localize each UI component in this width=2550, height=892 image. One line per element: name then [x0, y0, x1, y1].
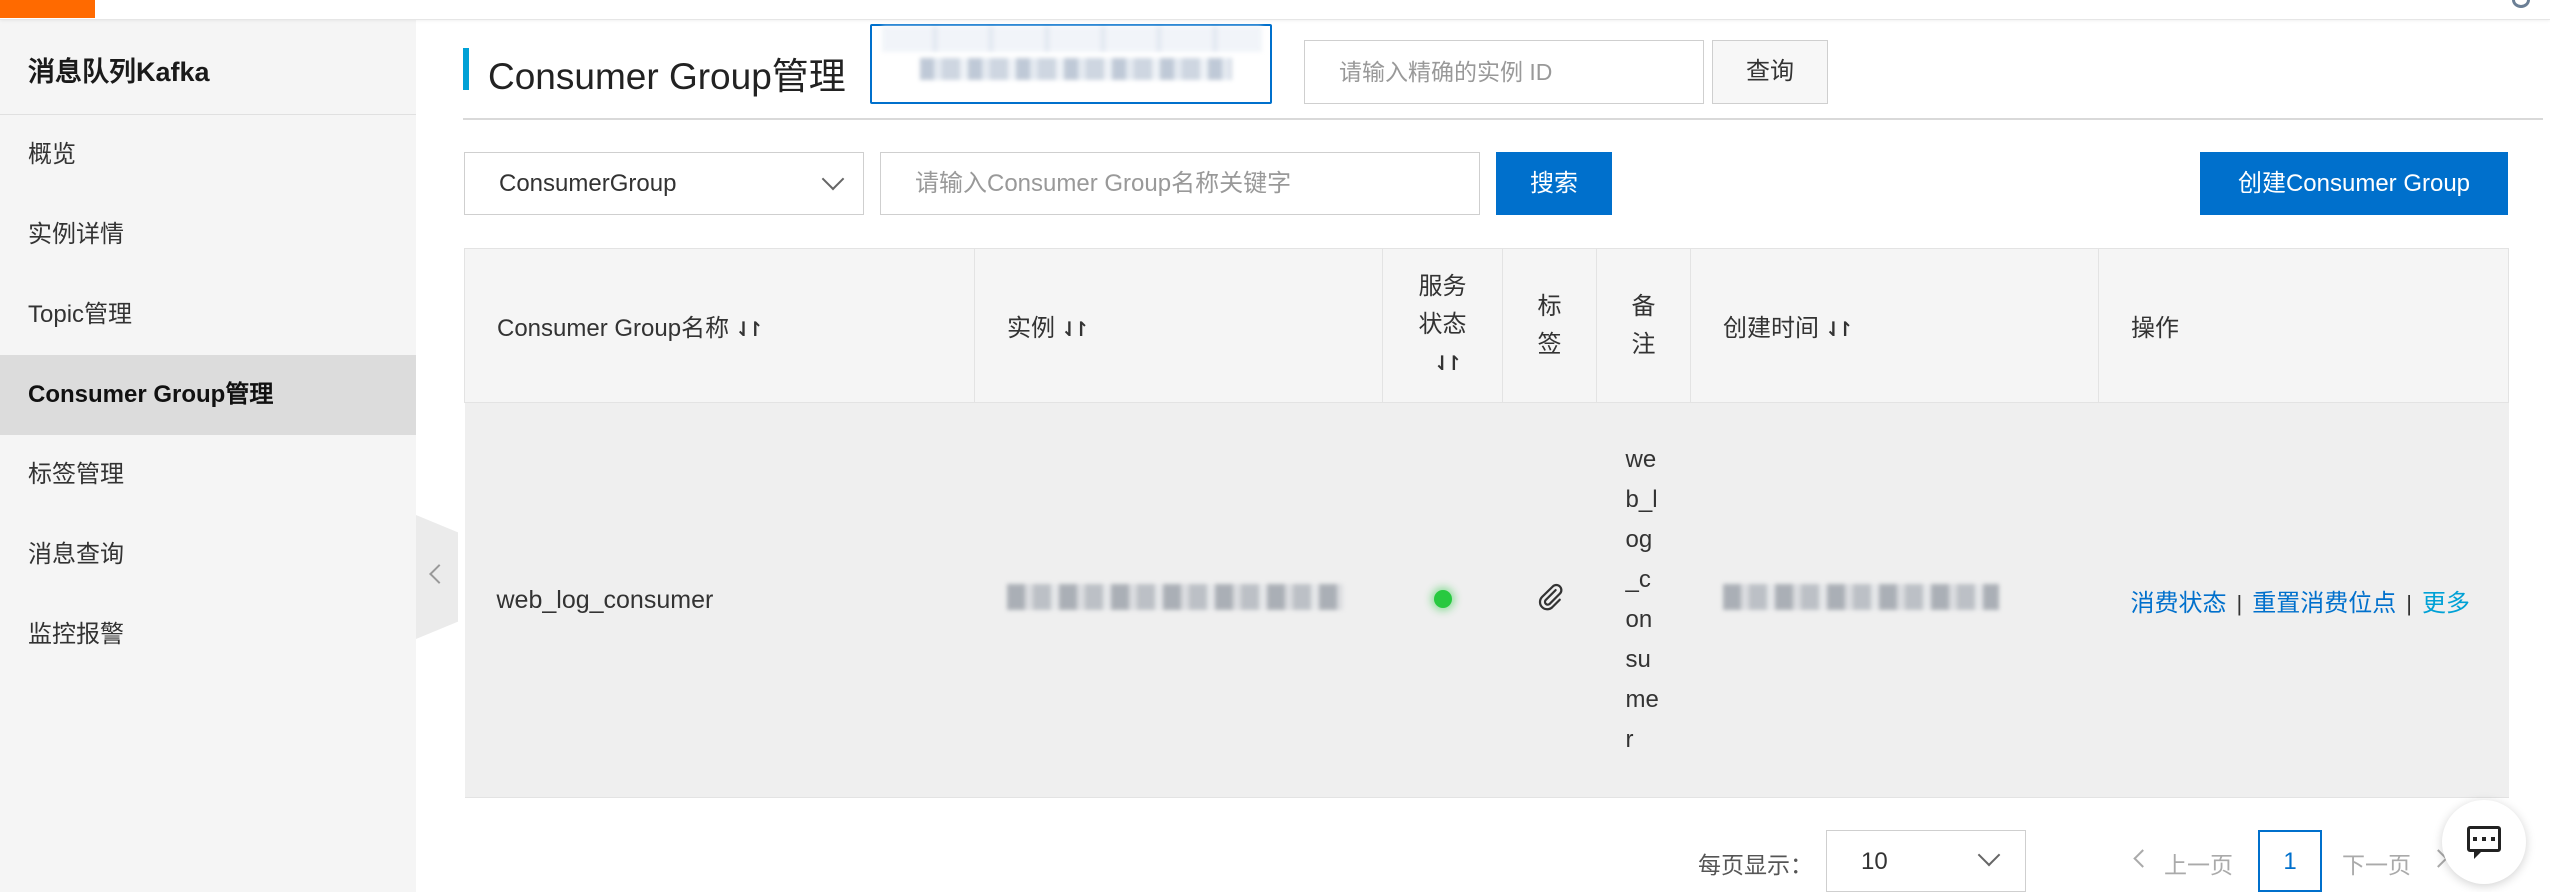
- cell-group-name: web_log_consumer: [464, 402, 975, 798]
- per-page-label: 每页显示：: [1698, 852, 1813, 878]
- chat-support-button[interactable]: [2442, 800, 2526, 884]
- sort-icon[interactable]: ⇃↾: [1434, 345, 1462, 383]
- sidebar-collapse-handle[interactable]: [416, 515, 458, 639]
- sort-icon[interactable]: ⇃↾: [1061, 317, 1089, 342]
- top-bar: [0, 0, 2550, 20]
- column-header-name[interactable]: Consumer Group名称 ⇃↾: [464, 248, 975, 403]
- cell-instance: [974, 402, 1383, 798]
- sidebar-item-topic[interactable]: Topic管理: [0, 275, 416, 355]
- column-header-remark: 备注: [1596, 248, 1691, 403]
- search-button[interactable]: 搜索: [1496, 152, 1612, 215]
- title-accent-bar: [463, 48, 469, 90]
- brand-logo[interactable]: [0, 0, 95, 18]
- remark-text: web_log_consumer: [1625, 446, 1659, 753]
- reset-offset-link[interactable]: 重置消费位点: [2252, 590, 2396, 617]
- blurred-created-time: [1722, 583, 1999, 610]
- cell-status: [1382, 402, 1503, 798]
- column-header-instance[interactable]: 实例 ⇃↾: [974, 248, 1383, 403]
- next-page-button[interactable]: 下一页: [2342, 846, 2411, 880]
- cell-remark: web_log_consumer: [1596, 402, 1691, 798]
- sidebar-item-monitoring[interactable]: 监控报警: [0, 595, 416, 675]
- instance-id-input[interactable]: 请输入精确的实例 ID: [1304, 40, 1704, 104]
- instance-selector-blurred-value: [920, 58, 1232, 80]
- status-online-icon: [1433, 589, 1452, 608]
- paperclip-icon[interactable]: [1535, 582, 1565, 612]
- page-number-current[interactable]: 1: [2258, 830, 2322, 892]
- query-button[interactable]: 查询: [1712, 40, 1828, 104]
- sort-icon[interactable]: ⇃↾: [1825, 317, 1853, 342]
- column-header-actions: 操作: [2098, 248, 2509, 403]
- page-size-value: 10: [1861, 848, 1888, 875]
- keyword-search-input[interactable]: 请输入Consumer Group名称关键字: [880, 152, 1480, 215]
- chevron-down-icon: [1977, 843, 2001, 867]
- filter-type-value: ConsumerGroup: [499, 170, 677, 197]
- prev-page-button[interactable]: 上一页: [2164, 846, 2233, 880]
- sidebar-item-message-query[interactable]: 消息查询: [0, 515, 416, 595]
- cell-created: [1690, 402, 2099, 798]
- filter-type-select[interactable]: ConsumerGroup: [464, 152, 864, 215]
- table-row: web_log_consumer web_log_consumer 消费状态 | 重…: [464, 402, 2509, 798]
- cell-tags: [1502, 402, 1597, 798]
- chevron-left-icon: [2133, 849, 2152, 868]
- action-separator: |: [2406, 590, 2412, 616]
- sort-icon[interactable]: ⇃↾: [735, 317, 763, 342]
- chevron-left-icon: [429, 564, 449, 584]
- chevron-down-icon: [821, 167, 845, 191]
- sidebar-title: 消息队列Kafka: [28, 57, 210, 87]
- header-divider: [463, 118, 2543, 120]
- blurred-instance-id: [1006, 583, 1343, 610]
- create-consumer-group-button[interactable]: 创建Consumer Group: [2200, 152, 2508, 215]
- table-header-row: Consumer Group名称 ⇃↾ 实例 ⇃↾ 服务 状态 ⇃↾ 标签 备注 创建时…: [464, 248, 2509, 403]
- sidebar: 消息队列Kafka 概览 实例详情 Topic管理 Consumer Group…: [0, 20, 416, 892]
- consume-status-link[interactable]: 消费状态: [2131, 590, 2227, 617]
- action-separator: |: [2236, 590, 2243, 616]
- column-header-created[interactable]: 创建时间 ⇃↾: [1690, 248, 2099, 403]
- consumer-group-table: Consumer Group名称 ⇃↾ 实例 ⇃↾ 服务 状态 ⇃↾ 标签 备注 创建时…: [464, 248, 2509, 798]
- column-header-status[interactable]: 服务 状态 ⇃↾: [1382, 248, 1503, 403]
- cell-actions: 消费状态 | 重置消费位点 | 更多: [2098, 402, 2509, 798]
- sidebar-item-overview[interactable]: 概览: [0, 115, 416, 195]
- page-size-select[interactable]: 10: [1826, 830, 2026, 892]
- sidebar-item-tags[interactable]: 标签管理: [0, 435, 416, 515]
- more-actions-link[interactable]: 更多: [2422, 590, 2470, 617]
- chat-dots-icon: [2473, 837, 2495, 841]
- user-avatar-icon[interactable]: [2512, 0, 2530, 8]
- column-header-tags: 标签: [1502, 248, 1597, 403]
- sidebar-item-instance-details[interactable]: 实例详情: [0, 195, 416, 275]
- sidebar-item-consumer-group[interactable]: Consumer Group管理: [0, 355, 416, 435]
- page-title: Consumer Group管理: [488, 56, 846, 97]
- instance-selector-blurred-options: [882, 26, 1262, 52]
- instance-selector[interactable]: [870, 24, 1272, 104]
